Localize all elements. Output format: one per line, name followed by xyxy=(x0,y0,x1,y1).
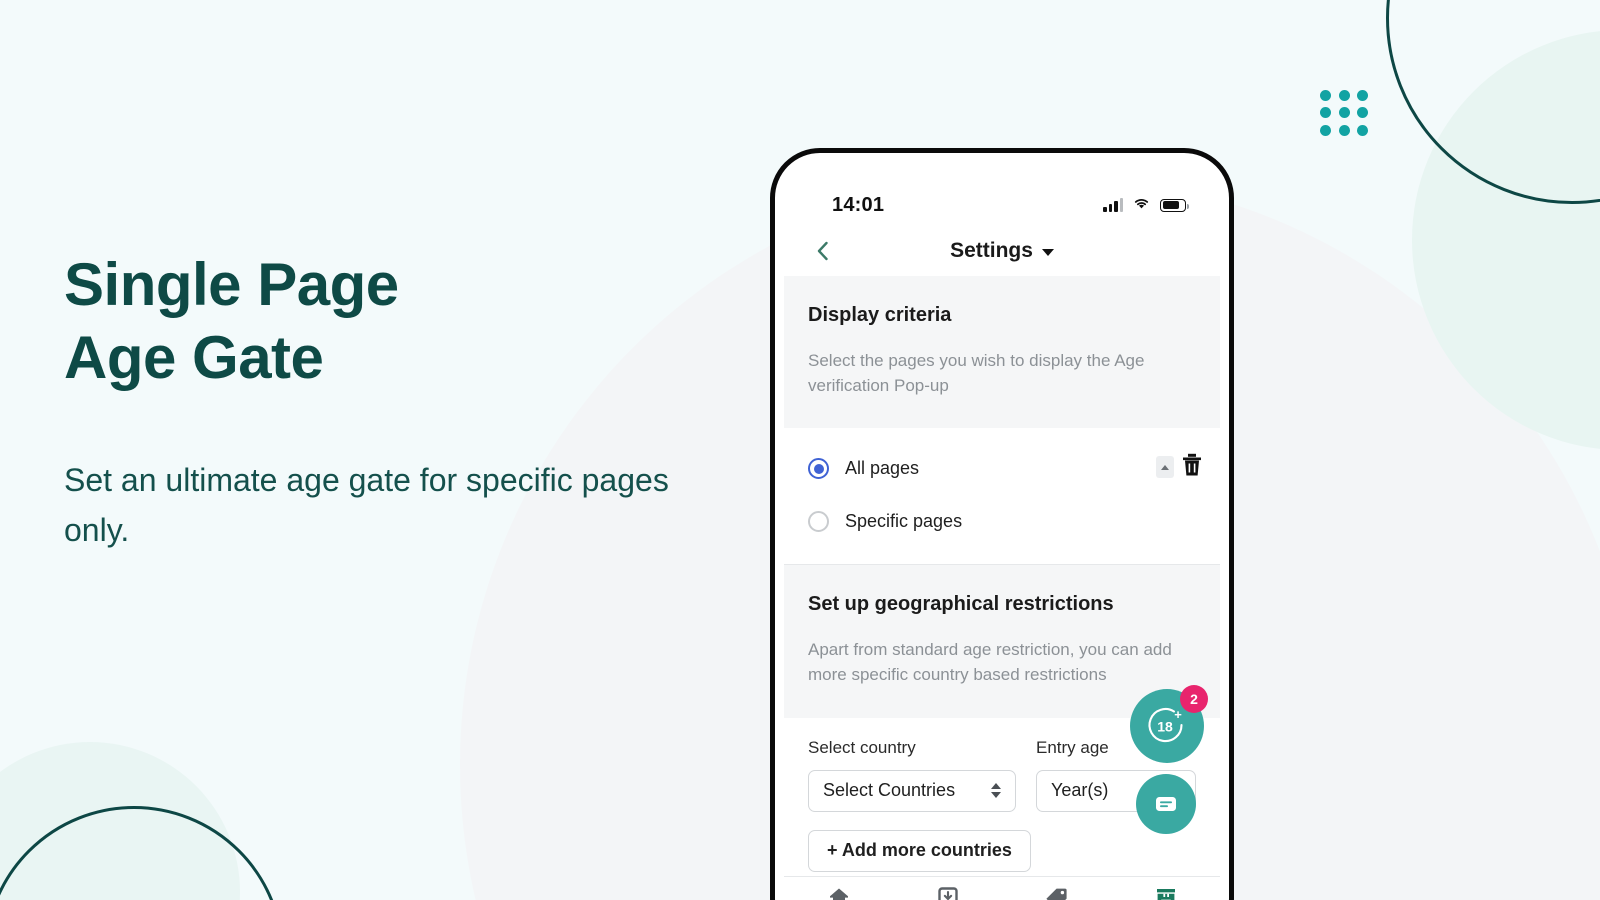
app-nav-bar: Settings xyxy=(784,226,1220,276)
status-bar-icons xyxy=(1103,196,1190,215)
orders-inbox-icon xyxy=(937,887,958,900)
nav-title-dropdown[interactable]: Settings xyxy=(950,239,1054,263)
background-circle-mint-bottom-left xyxy=(0,742,240,900)
radio-option-specific-pages[interactable]: Specific pages xyxy=(808,503,1196,540)
bottom-tab-bar: Home Orders Products xyxy=(784,876,1220,900)
radio-option-all-pages[interactable]: All pages xyxy=(808,450,1196,487)
add-more-countries-button[interactable]: + Add more countries xyxy=(808,829,1031,872)
display-criteria-heading: Display criteria xyxy=(808,304,952,326)
chat-fab-button[interactable] xyxy=(1136,774,1196,834)
page-title-line-1: Single Page xyxy=(64,251,399,318)
status-bar: 14:01 xyxy=(784,162,1220,226)
background-ring-top-right xyxy=(1386,0,1600,204)
age-gate-fab-button[interactable]: 2 18 + xyxy=(1130,685,1208,763)
svg-text:+: + xyxy=(1174,707,1182,722)
tab-store[interactable]: Store xyxy=(1111,877,1220,900)
home-icon xyxy=(829,888,848,900)
dot-grid-decoration-icon xyxy=(1320,90,1376,142)
page-title-line-2: Age Gate xyxy=(64,324,324,392)
geo-restrictions-description: Apart from standard age restriction, you… xyxy=(808,640,1172,684)
price-tag-icon xyxy=(1045,888,1067,900)
tab-home[interactable]: Home xyxy=(784,877,893,900)
entry-age-value: Year(s) xyxy=(1051,780,1109,801)
page-root: Single Page Age Gate Set an ultimate age… xyxy=(0,0,1600,900)
svg-text:18: 18 xyxy=(1157,719,1173,735)
storefront-icon xyxy=(1156,889,1175,900)
select-country-dropdown[interactable]: Select Countries xyxy=(808,769,1016,812)
caret-down-icon xyxy=(1041,249,1054,256)
select-country-field: Select country Select Countries xyxy=(808,738,1016,812)
radio-label-specific-pages: Specific pages xyxy=(845,511,963,532)
radio-indicator-all-pages[interactable] xyxy=(808,458,829,480)
age-gate-fab-badge: 2 xyxy=(1180,685,1208,713)
status-bar-time: 14:01 xyxy=(832,193,885,216)
cellular-signal-icon xyxy=(1103,198,1123,212)
chat-bubble-icon xyxy=(1156,797,1176,811)
display-criteria-description: Select the pages you wish to display the… xyxy=(808,351,1145,395)
page-title: Single Page Age Gate xyxy=(64,248,764,394)
battery-icon xyxy=(1160,198,1190,212)
display-criteria-options: All pages Specific pages xyxy=(784,428,1220,565)
select-country-value: Select Countries xyxy=(823,780,956,801)
phone-screen: 14:01 Settings Display criteria Select t… xyxy=(784,162,1220,900)
chevron-updown-icon xyxy=(991,783,1001,799)
select-country-label: Select country xyxy=(808,737,916,757)
chevron-left-icon xyxy=(817,241,828,261)
hero-copy: Single Page Age Gate Set an ultimate age… xyxy=(64,248,764,556)
radio-label-all-pages: All pages xyxy=(845,458,920,479)
wifi-icon xyxy=(1132,196,1151,215)
trash-icon[interactable] xyxy=(1180,452,1204,478)
tab-products[interactable]: Products xyxy=(1002,877,1111,900)
nav-title-label: Settings xyxy=(950,239,1033,262)
page-subtitle: Set an ultimate age gate for specific pa… xyxy=(64,462,669,548)
phone-mockup: 14:01 Settings Display criteria Select t… xyxy=(770,148,1234,900)
geo-restrictions-heading: Set up geographical restrictions xyxy=(808,593,1114,616)
back-button[interactable] xyxy=(810,238,836,264)
background-circle-mint-top-right xyxy=(1412,30,1600,450)
display-criteria-header: Display criteria Select the pages you wi… xyxy=(784,276,1220,429)
tab-orders[interactable]: Orders xyxy=(893,877,1002,900)
stepper-up-icon[interactable] xyxy=(1156,456,1174,478)
age-18-plus-icon: 18 + xyxy=(1148,707,1183,743)
background-ring-bottom-left xyxy=(0,806,284,900)
radio-indicator-specific-pages[interactable] xyxy=(808,511,829,533)
